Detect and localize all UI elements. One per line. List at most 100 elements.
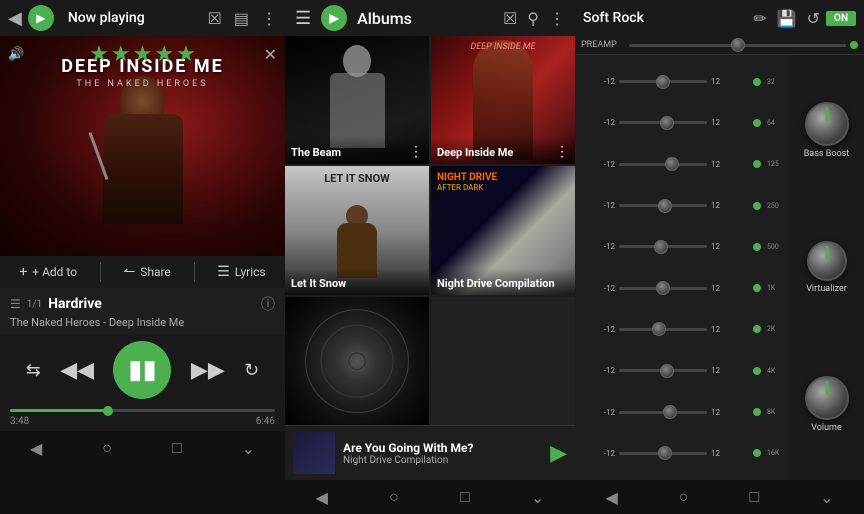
eq-thumb-4k[interactable] bbox=[660, 364, 674, 378]
nav-back-icon[interactable]: ◀ bbox=[30, 439, 42, 458]
eq-dot-32 bbox=[753, 78, 761, 86]
preamp-dot bbox=[850, 41, 858, 49]
bottom-track-item[interactable]: Are You Going With Me? Night Drive Compi… bbox=[285, 425, 575, 480]
album-card-deep[interactable]: DEEP INSIDE ME Deep Inside Me ⋮ bbox=[431, 36, 575, 164]
player-topbar: ◀ ▶ Now playing ☒ ▤ ⋮ bbox=[0, 0, 285, 36]
album-card-empty[interactable] bbox=[431, 297, 575, 425]
share-button[interactable]: ↼ Share bbox=[123, 264, 170, 280]
nav-square-icon-3[interactable]: □ bbox=[749, 487, 759, 507]
more-icon[interactable]: ⋮ bbox=[261, 9, 277, 28]
album-snow-name: Let It Snow bbox=[291, 277, 346, 290]
eq-thumb-250[interactable] bbox=[658, 199, 672, 213]
play-pause-button[interactable]: ▮▮ bbox=[113, 341, 171, 399]
nav-home-icon-2[interactable]: ○ bbox=[389, 487, 399, 507]
equalizer-panel: Soft Rock ✏ 💾 ↺ ON PREAMP -12 12 bbox=[575, 0, 864, 514]
nav-download-icon-3[interactable]: ⌄ bbox=[820, 488, 833, 507]
eq-track-1k[interactable] bbox=[619, 287, 707, 290]
freq-16k: 16K bbox=[767, 449, 787, 457]
nav-square-icon-2[interactable]: □ bbox=[460, 487, 470, 507]
eq-track-4k[interactable] bbox=[619, 369, 707, 372]
search-icon[interactable]: ⚲ bbox=[527, 9, 539, 28]
add-to-button[interactable]: + + Add to bbox=[19, 264, 77, 280]
star-5[interactable]: ★ bbox=[176, 42, 196, 67]
album-subtitle: THE NAKED HEROES bbox=[0, 79, 285, 89]
eq-thumb-125[interactable] bbox=[665, 157, 679, 171]
next-button[interactable]: ▶▶ bbox=[191, 358, 225, 383]
eq-slider-64: -12 12 bbox=[579, 112, 761, 134]
eq-track-32[interactable] bbox=[619, 80, 707, 83]
cast-icon[interactable]: ☒ bbox=[208, 9, 222, 28]
nav-home-icon[interactable]: ○ bbox=[102, 438, 112, 458]
eq-track-16k[interactable] bbox=[619, 452, 707, 455]
eq-slider-500: -12 12 bbox=[579, 236, 761, 258]
prev-button[interactable]: ◀◀ bbox=[60, 358, 94, 383]
albums-panel: ☰ ▶ Albums ☒ ⚲ ⋮ The Beam ⋮ bbox=[285, 0, 575, 514]
pencil-icon[interactable]: ✏ bbox=[753, 9, 766, 28]
night-subtitle: AFTER DARK bbox=[437, 183, 497, 192]
album-card-beam[interactable]: The Beam ⋮ bbox=[285, 36, 429, 164]
nav-download-icon-2[interactable]: ⌄ bbox=[531, 488, 544, 507]
eq-track-64[interactable] bbox=[619, 121, 707, 124]
cast-icon-albums[interactable]: ☒ bbox=[503, 9, 517, 28]
eq-dot-8k bbox=[753, 408, 761, 416]
save-icon[interactable]: 💾 bbox=[777, 9, 797, 28]
preamp-thumb[interactable] bbox=[731, 38, 745, 52]
preamp-track[interactable] bbox=[629, 44, 846, 47]
repeat-icon[interactable]: ↻ bbox=[244, 360, 259, 381]
eq-thumb-500[interactable] bbox=[654, 240, 668, 254]
close-button[interactable]: ✕ bbox=[264, 45, 277, 64]
album-deep-more[interactable]: ⋮ bbox=[555, 144, 569, 160]
undo-icon[interactable]: ↺ bbox=[807, 9, 820, 28]
eq-on-button[interactable]: ON bbox=[826, 11, 856, 26]
equalizer-icon[interactable]: ▤ bbox=[234, 9, 249, 28]
eq-thumb-1k[interactable] bbox=[656, 281, 670, 295]
eq-thumb-8k[interactable] bbox=[663, 405, 677, 419]
album-deep-name: Deep Inside Me bbox=[437, 146, 513, 159]
bass-boost-knob[interactable] bbox=[805, 102, 849, 146]
list-icon: ☰ bbox=[10, 297, 21, 311]
eq-thumb-64[interactable] bbox=[660, 116, 674, 130]
album-art: DEEP INSIDE ME THE NAKED HEROES 🔊 ★ ★ ★ … bbox=[0, 36, 285, 256]
virtualizer-knob[interactable] bbox=[807, 241, 847, 281]
album-card-snow[interactable]: LET IT SNOW Let It Snow bbox=[285, 166, 429, 294]
eq-track-8k[interactable] bbox=[619, 411, 707, 414]
eq-slider-32: -12 12 bbox=[579, 71, 761, 93]
eq-track-500[interactable] bbox=[619, 245, 707, 248]
lyrics-button[interactable]: ☰ Lyrics bbox=[217, 264, 265, 280]
player-actions: + + Add to ↼ Share ☰ Lyrics bbox=[0, 256, 285, 288]
album-deep-overlay: Deep Inside Me bbox=[431, 137, 575, 164]
eq-thumb-32[interactable] bbox=[656, 75, 670, 89]
mini-play-button[interactable]: ▶ bbox=[28, 5, 54, 31]
eq-thumb-2k[interactable] bbox=[652, 322, 666, 336]
menu-icon[interactable]: ☰ bbox=[295, 8, 311, 29]
bottom-play-button[interactable]: ▶ bbox=[550, 441, 567, 466]
bottom-track-thumb bbox=[293, 432, 335, 474]
album-beam-more[interactable]: ⋮ bbox=[409, 144, 423, 160]
nav-square-icon[interactable]: □ bbox=[172, 438, 182, 458]
album-night-overlay: Night Drive Compilation bbox=[431, 268, 575, 295]
nav-download-icon[interactable]: ⌄ bbox=[242, 439, 255, 458]
eq-track-250[interactable] bbox=[619, 204, 707, 207]
nav-back-icon-2[interactable]: ◀ bbox=[316, 488, 328, 507]
progress-thumb[interactable] bbox=[103, 406, 113, 416]
info-icon[interactable]: ⓘ bbox=[261, 294, 275, 314]
nav-back-icon-3[interactable]: ◀ bbox=[605, 488, 617, 507]
progress-bar[interactable] bbox=[10, 409, 275, 412]
eq-thumb-16k[interactable] bbox=[658, 446, 672, 460]
volume-knob[interactable] bbox=[805, 376, 849, 420]
album-card-spiral[interactable] bbox=[285, 297, 429, 425]
star-4[interactable]: ★ bbox=[154, 42, 174, 67]
eq-nav-bar: ◀ ○ □ ⌄ bbox=[575, 480, 864, 514]
more-icon-albums[interactable]: ⋮ bbox=[549, 9, 565, 28]
eq-track-2k[interactable] bbox=[619, 328, 707, 331]
nav-home-icon-3[interactable]: ○ bbox=[679, 487, 689, 507]
eq-slider-125: -12 12 bbox=[579, 153, 761, 175]
star-3[interactable]: ★ bbox=[133, 42, 153, 67]
shuffle-icon[interactable]: ⇆ bbox=[26, 360, 41, 381]
back-icon[interactable]: ◀ bbox=[8, 8, 22, 29]
star-1[interactable]: ★ bbox=[89, 42, 109, 67]
eq-track-125[interactable] bbox=[619, 163, 707, 166]
album-card-night[interactable]: NIGHT DRIVE AFTER DARK Night Drive Compi… bbox=[431, 166, 575, 294]
volume-icon[interactable]: 🔊 bbox=[8, 47, 24, 62]
star-2[interactable]: ★ bbox=[111, 42, 131, 67]
